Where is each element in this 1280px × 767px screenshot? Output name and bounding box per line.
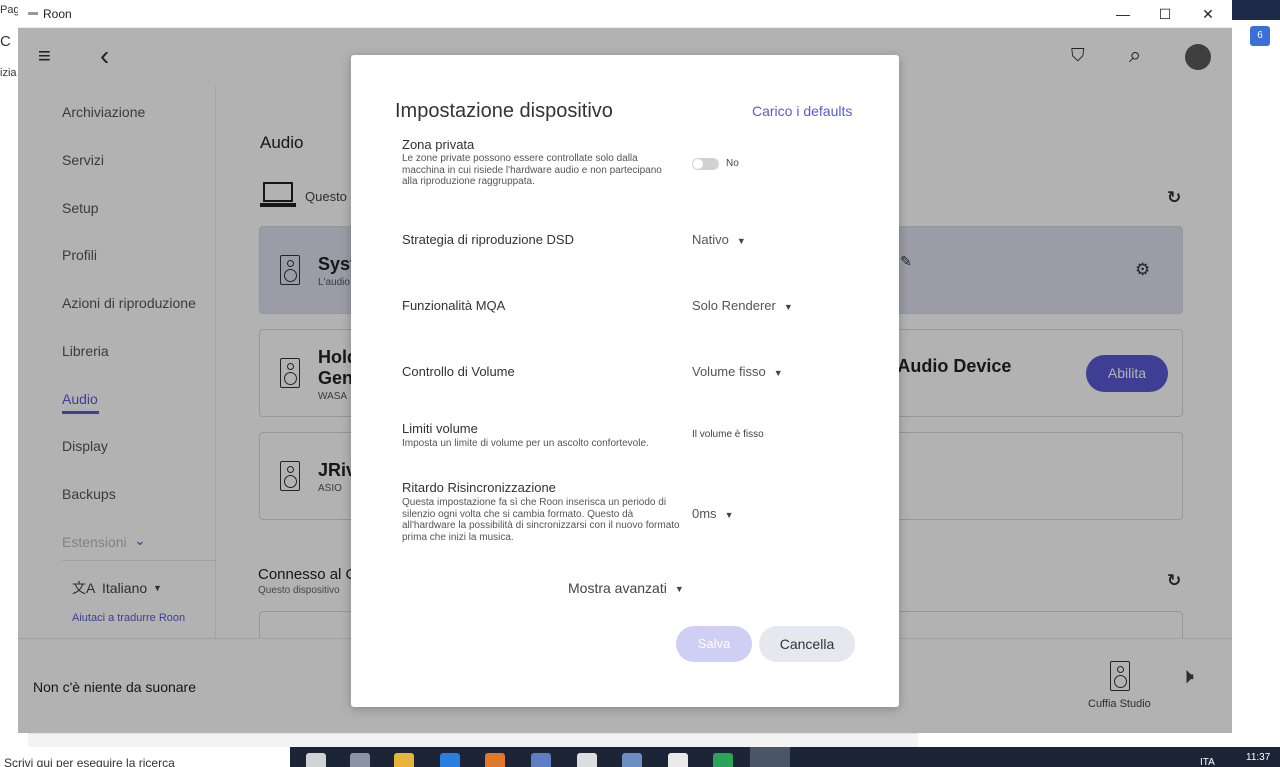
settings-list[interactable]: Zona privata Le zone private possono ess… <box>351 140 899 555</box>
setting-description: Imposta un limite di volume per un ascol… <box>402 438 649 449</box>
show-advanced-toggle[interactable]: Mostra avanzati ▼ <box>568 580 684 596</box>
setting-label: Zona privata <box>402 140 475 152</box>
background-text: izia <box>0 67 17 79</box>
app-icon[interactable] <box>577 753 597 767</box>
toggle-state: No <box>726 158 739 169</box>
setting-label: Ritardo Risincronizzazione <box>402 480 556 495</box>
save-button[interactable]: Salva <box>676 626 752 662</box>
setting-description: Le zone private possono essere controlla… <box>402 153 662 187</box>
device-setup-dialog: Impostazione dispositivo Carico i defaul… <box>351 55 899 707</box>
firefox-icon[interactable] <box>485 753 505 767</box>
background-window-fragment: 6 <box>1232 0 1280 767</box>
background-window-fragment: Pagi C izia <box>0 0 22 767</box>
title-bar: Roon — ☐ ✕ <box>18 0 1232 28</box>
caret-down-icon: ▼ <box>674 584 684 595</box>
app-icon[interactable] <box>668 753 688 767</box>
file-explorer-icon[interactable] <box>394 753 414 767</box>
app-icon[interactable] <box>622 753 642 767</box>
private-zone-toggle[interactable] <box>692 158 719 170</box>
setting-value: Il volume è fisso <box>692 429 764 440</box>
clock[interactable]: 11:37 <box>1246 752 1270 763</box>
select-value: Nativo <box>692 232 729 247</box>
dialog-title: Impostazione dispositivo <box>395 100 613 122</box>
caret-down-icon: ▼ <box>773 367 783 378</box>
background-window-strip <box>28 733 918 747</box>
maximize-button[interactable]: ☐ <box>1143 0 1187 28</box>
setting-description: Questa impostazione fa sì che Roon inser… <box>402 497 680 543</box>
background-titlebar <box>1232 0 1280 20</box>
select-value: Solo Renderer <box>692 298 776 313</box>
select-value: 0ms <box>692 506 717 521</box>
taskbar-search-input[interactable]: Scrivi qui per eseguire la ricerca <box>0 747 290 767</box>
caret-down-icon: ▼ <box>736 235 746 246</box>
extension-icon[interactable]: 6 <box>1250 26 1270 46</box>
windows-taskbar: Scrivi qui per eseguire la ricerca ITA 1… <box>0 747 1280 767</box>
window-title: Roon <box>43 7 72 21</box>
task-view-icon[interactable] <box>350 753 370 767</box>
setting-label: Controllo di Volume <box>402 364 515 379</box>
close-button[interactable]: ✕ <box>1186 0 1230 28</box>
app-icon[interactable] <box>531 753 551 767</box>
resync-delay-select[interactable]: 0ms ▼ <box>692 506 733 521</box>
minimize-button[interactable]: — <box>1101 0 1145 28</box>
volume-control-select[interactable]: Volume fisso ▼ <box>692 364 783 379</box>
search-icon[interactable] <box>306 753 326 767</box>
cancel-button[interactable]: Cancella <box>759 626 855 662</box>
advanced-label: Mostra avanzati <box>568 580 667 596</box>
setting-label: Strategia di riproduzione DSD <box>402 232 574 247</box>
load-defaults-link[interactable]: Carico i defaults <box>752 103 852 119</box>
caret-down-icon: ▼ <box>724 509 734 520</box>
caret-down-icon: ▼ <box>783 301 793 312</box>
app-icon <box>28 12 38 15</box>
background-reload-icon: C <box>0 33 11 50</box>
edge-icon[interactable] <box>440 753 460 767</box>
system-tray-language[interactable]: ITA <box>1200 757 1215 767</box>
dsd-strategy-select[interactable]: Nativo ▼ <box>692 232 746 247</box>
select-value: Volume fisso <box>692 364 766 379</box>
app-icon[interactable] <box>713 753 733 767</box>
roon-taskbar-button[interactable] <box>750 747 790 767</box>
setting-label: Limiti volume <box>402 421 478 436</box>
setting-label: Funzionalità MQA <box>402 298 506 313</box>
mqa-select[interactable]: Solo Renderer ▼ <box>692 298 793 313</box>
